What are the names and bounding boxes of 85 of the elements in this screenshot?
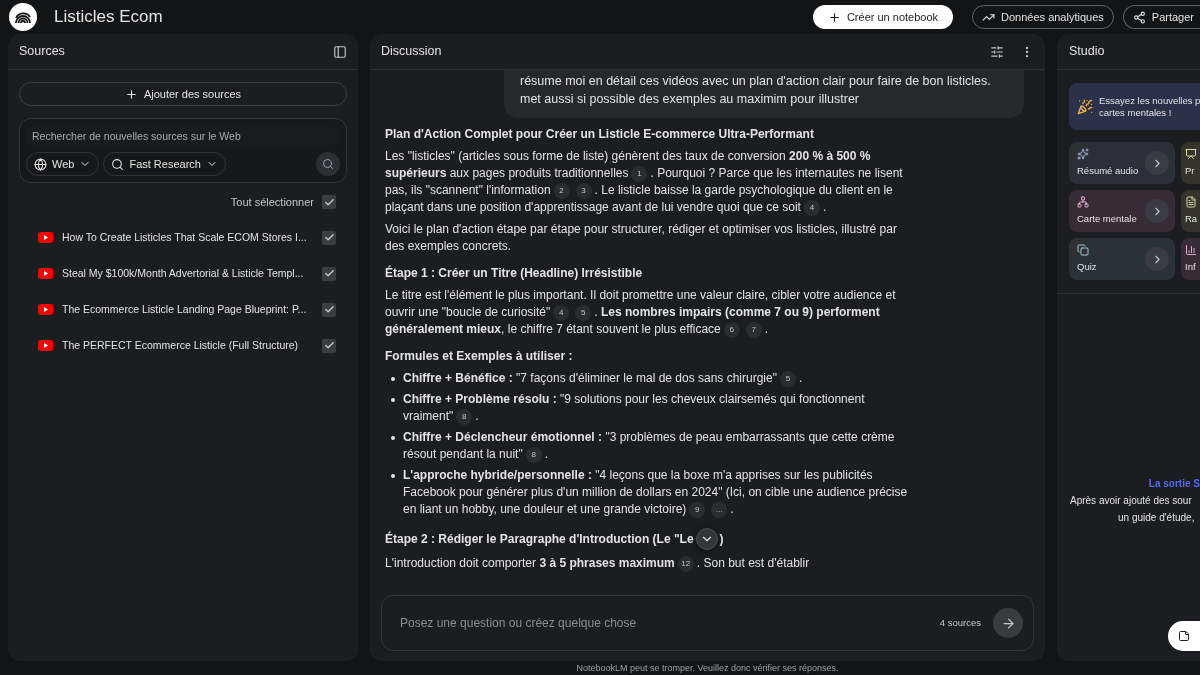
notebook-title: Listicles Ecom [54, 6, 163, 29]
checkbox[interactable] [322, 302, 336, 317]
bullet-icon [391, 377, 395, 381]
checkbox[interactable] [322, 195, 336, 210]
studio-tile[interactable]: Quiz [1069, 238, 1175, 280]
section-heading: Étape 1 : Créer un Titre (Headline) Irrésistible [385, 265, 644, 282]
answer-paragraph: Voici le plan d'action étape par étape pour structurer, rédiger et optimiser vos listicles, illustré par des exemples concrets. [385, 221, 898, 255]
send-button[interactable] [993, 608, 1023, 638]
tile-label: Ra [1185, 211, 1198, 226]
source-title[interactable]: The PERFECT Ecommerce Listicle (Full Structure) [62, 337, 299, 354]
bullet-text: Chiffre + Bénéfice : "7 façons d'éliminer le mal de dos sans chirurgie" 5 . [403, 370, 803, 387]
plus-icon [124, 87, 138, 101]
slides-icon [1185, 147, 1197, 160]
panel-title: Discussion [381, 43, 442, 61]
tile-label: Pr [1185, 163, 1196, 178]
section-heading: Étape 2 : Rédiger le Paragraphe d'Introduction (Le "Le [385, 530, 694, 548]
open-button[interactable] [1145, 199, 1169, 223]
studio-tile[interactable]: Inf [1181, 238, 1200, 280]
checkbox[interactable] [322, 266, 336, 281]
logo-icon[interactable] [9, 3, 37, 31]
checkbox[interactable] [322, 338, 336, 353]
studio-tile[interactable]: Ra [1181, 190, 1200, 232]
scroll-down-button[interactable] [695, 528, 718, 550]
video-icon [38, 340, 53, 351]
party-icon [1077, 98, 1093, 115]
section-heading: Formules et Exemples à utiliser : [385, 348, 574, 365]
banner-text: cartes mentales ! [1099, 106, 1173, 119]
source-title[interactable]: Steal My $100k/Month Advertorial & Listicle Templ... [62, 265, 304, 282]
globe-icon [34, 157, 47, 171]
panel-title: Studio [1069, 43, 1105, 61]
source-title[interactable]: The Ecommerce Listicle Landing Page Blueprint: P... [62, 301, 307, 318]
question-field[interactable]: Posez une question ou créez quelque chose [400, 614, 940, 632]
add-note-button[interactable] [1168, 621, 1200, 651]
answer-paragraph: L'introduction doit comporter 3 à 5 phrases maximum 12 . Son but est d'établir [385, 555, 811, 572]
studio-tile[interactable]: Carte mentale [1069, 190, 1175, 232]
bullet-text: L'approche hybride/personnelle : "4 leçons que la boxe m'a apprises sur les publicités Facebook pour générer plus d'un million de dollars en 2024" (Ici, on cible une audience précise en liant un hobby, une douleur et une grande victoire) 9 ... . [403, 467, 909, 518]
open-button[interactable] [1145, 151, 1169, 175]
create-notebook-button[interactable]: Créer un notebook [812, 5, 954, 29]
select-all-label: Tout sélectionner [230, 195, 314, 210]
empty-state-text: Après avoir ajouté des sour [1070, 494, 1192, 508]
chat-input[interactable]: Posez une question ou créez quelque chose 4 sources [381, 595, 1034, 651]
bullet-icon [391, 398, 395, 402]
collapse-panel-icon[interactable] [333, 44, 347, 59]
arrow-right-icon [1000, 615, 1016, 631]
search-button[interactable] [316, 152, 340, 176]
studio-tile[interactable]: Résumé audio [1069, 142, 1175, 184]
promo-banner[interactable]: Essayez les nouvelles p cartes mentales ! [1069, 83, 1200, 130]
source-title[interactable]: How To Create Listicles That Scale ECOM Stores I... [62, 229, 307, 246]
settings-icon[interactable] [990, 44, 1004, 59]
panel-title: Sources [19, 43, 65, 61]
share-icon [1132, 10, 1146, 24]
section-heading: Plan d'Action Complet pour Créer un Listicle E-commerce Ultra-Performant [385, 126, 815, 143]
video-icon [38, 304, 53, 315]
search-icon [322, 158, 334, 170]
search-icon [111, 157, 125, 171]
tile-label: Carte mentale [1077, 211, 1137, 226]
empty-state-text: un guide d'étude, [1118, 511, 1195, 525]
video-icon [38, 232, 53, 243]
studio-tile[interactable]: Pr [1181, 142, 1200, 184]
tile-label: Résumé audio [1077, 163, 1139, 178]
empty-state-title: La sortie S [1148, 477, 1200, 491]
note-icon [1178, 630, 1190, 642]
bullet-text: Chiffre + Problème résolu : "9 solutions pour les cheveux clairsemés qui fonctionnent vraiment" 8 . [403, 391, 866, 425]
sparkle-icon [1077, 147, 1089, 160]
search-field[interactable]: Rechercher de nouvelles sources sur le Web [26, 127, 340, 145]
answer-paragraph: Les "listicles" (articles sous forme de liste) génèrent des taux de conversion 200 % à 500 % supérieurs aux pages produits traditionnelles 1 . Pourquoi ? Parce que les internautes ne lisent pas, ils "scannent" l'information 2 3 . Le listicle baisse la garde psychologique du client en le plaçant dans une position d'apprentissage avant de lui vendre quoi que ce soit 4 . [385, 148, 904, 216]
section-heading: ) [719, 530, 724, 548]
chart-icon [1185, 243, 1197, 256]
bullet-icon [391, 474, 395, 478]
source-count: 4 sources [939, 615, 981, 630]
cards-icon [1077, 243, 1089, 256]
tile-label: Inf [1185, 259, 1197, 274]
video-icon [38, 268, 53, 279]
bullet-icon [391, 436, 395, 440]
open-button[interactable] [1145, 247, 1169, 271]
user-message: résume moi en détail ces vidéos avec un plan d'action clair pour faire de bon listicles. met aussi si possible des exemples au maximim pour illustrer [504, 70, 1024, 118]
plus-icon [827, 10, 841, 24]
document-icon [1185, 195, 1197, 208]
tile-label: Quiz [1077, 259, 1097, 274]
mind-map-icon [1077, 195, 1089, 208]
banner-text: Essayez les nouvelles p [1099, 94, 1200, 107]
bullet-text: Chiffre + Déclencheur émotionnel : "3 problèmes de peau embarrassants que cette crème résout pendant la nuit" 8 . [403, 429, 896, 463]
disclaimer-text: NotebookLM peut se tromper. Veuillez donc vérifier ses réponses. [575, 663, 840, 674]
answer-paragraph: Le titre est l'élément le plus important. Il doit promettre une valeur claire, cibler votre audience et ouvrir une "boucle de curiosité" 4 5 . Les nombres impairs (comme 7 ou 9) performent généralement mieux, le chiffre 7 étant souvent le plus efficace 6 7 . [385, 287, 897, 338]
checkbox[interactable] [322, 230, 336, 245]
